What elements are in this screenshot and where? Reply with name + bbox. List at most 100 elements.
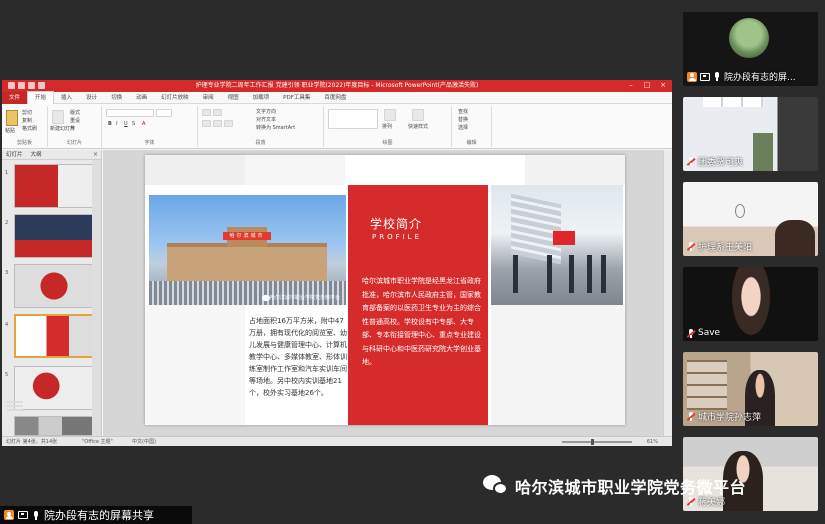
share-icon xyxy=(18,511,28,519)
font-size-select[interactable] xyxy=(156,109,172,117)
align-text-button[interactable]: 对齐文本 xyxy=(256,117,276,123)
close-icon[interactable]: × xyxy=(656,81,670,90)
tab-slideshow[interactable]: 幻灯片放映 xyxy=(154,92,196,104)
slide-number: 3 xyxy=(5,270,9,276)
tab-review[interactable]: 审阅 xyxy=(196,92,221,104)
shapes-gallery[interactable] xyxy=(328,109,378,129)
tab-home[interactable]: 开始 xyxy=(27,91,55,104)
clipboard-group: 粘贴 剪切 复制 格式刷 剪贴板 xyxy=(2,106,48,147)
arrange-icon[interactable] xyxy=(384,109,396,121)
screen-share-indicator: 院办段有志的屏幕共享 xyxy=(0,506,192,524)
align-right-icon[interactable] xyxy=(224,120,233,127)
tab-insert[interactable]: 插入 xyxy=(54,92,79,104)
panel-tab-outline[interactable]: 大纲 xyxy=(31,150,42,159)
mic-icon[interactable] xyxy=(713,72,721,81)
tab-transitions[interactable]: 切换 xyxy=(104,92,129,104)
slide-thumbnail-2[interactable] xyxy=(14,214,94,258)
menu-icon[interactable] xyxy=(5,398,25,414)
profile-body: 哈尔滨城市职业学院是经黑龙江省政府批准，哈尔滨市人民政府主管，国家教育部备案的以… xyxy=(362,277,481,366)
slide-thumbnail-3[interactable] xyxy=(14,264,94,308)
bold-icon[interactable]: B xyxy=(108,121,112,127)
profile-heading: 学校简介 xyxy=(370,217,423,231)
drawing-group: 排列 快速样式 绘图 xyxy=(324,106,452,147)
video-tile-presenter[interactable]: 院办段有志的屏... xyxy=(683,12,818,86)
section-button[interactable]: 节 xyxy=(70,126,75,132)
font-name-select[interactable] xyxy=(106,109,154,117)
video-tile-participant[interactable]: 城市学院孙志萍 xyxy=(683,352,818,426)
participant-name: 团委贺可爽 xyxy=(698,158,744,168)
convert-smartart-button[interactable]: 转换为 SmartArt xyxy=(256,125,295,131)
format-painter-button[interactable]: 格式刷 xyxy=(22,126,37,132)
slides-group: 新建幻灯片 版式 重设 节 幻灯片 xyxy=(48,106,102,147)
slide-thumbnail-6[interactable] xyxy=(14,416,94,436)
zoom-slider-handle[interactable] xyxy=(591,439,594,445)
mic-muted-icon[interactable] xyxy=(686,328,696,338)
flag-guard-photo xyxy=(491,185,623,305)
layout-button[interactable]: 版式 xyxy=(70,110,80,116)
user-icon xyxy=(687,71,697,82)
tab-addins[interactable]: 加载项 xyxy=(246,92,277,104)
slide-thumbnail-4[interactable] xyxy=(14,314,94,358)
slide-canvas[interactable]: 哈尔滨城市 哈尔滨城市职业学院党务微平台 占地面积16万平方米，附中47万册，拥… xyxy=(145,155,625,425)
video-tile-participant[interactable]: 护理系王美阳 xyxy=(683,182,818,256)
mic-muted-icon[interactable] xyxy=(686,412,696,421)
slide-number: 4 xyxy=(5,322,9,328)
align-center-icon[interactable] xyxy=(213,120,222,127)
tab-animations[interactable]: 动画 xyxy=(129,92,154,104)
new-slide-icon[interactable] xyxy=(52,110,64,124)
replace-button[interactable]: 替换 xyxy=(458,117,468,123)
mic-icon[interactable] xyxy=(32,510,40,520)
tab-view[interactable]: 视图 xyxy=(221,92,246,104)
mic-muted-icon[interactable] xyxy=(686,242,696,251)
tab-baidu[interactable]: 百度网盘 xyxy=(317,92,353,104)
panel-tab-slides[interactable]: 幻灯片 xyxy=(6,150,23,159)
brand-watermark: 哈尔滨城市职业学院党务微平台 xyxy=(483,474,746,498)
user-icon xyxy=(4,510,14,520)
quick-styles-icon[interactable] xyxy=(412,109,424,121)
decor-block xyxy=(145,305,245,425)
tab-file[interactable]: 文件 xyxy=(2,91,28,104)
slide-thumbnail-1[interactable] xyxy=(14,164,94,208)
share-bar-text: 院办段有志的屏幕共享 xyxy=(44,509,154,522)
text-direction-button[interactable]: 文字方向 xyxy=(256,109,276,115)
arrange-button[interactable]: 排列 xyxy=(382,124,392,130)
italic-icon[interactable]: I xyxy=(116,121,117,127)
quick-access-toolbar[interactable] xyxy=(8,82,48,90)
brand-text: 哈尔滨城市职业学院党务微平台 xyxy=(515,478,747,497)
participant-name: 城市学院孙志萍 xyxy=(698,413,762,423)
find-button[interactable]: 查找 xyxy=(458,109,468,115)
copy-button[interactable]: 复制 xyxy=(22,118,32,124)
maximize-icon[interactable]: □ xyxy=(640,81,654,90)
paragraph-group: 文字方向 对齐文本 转换为 SmartArt 段落 xyxy=(198,106,324,147)
bullets-icon[interactable] xyxy=(202,109,211,116)
slide-thumbnail-5[interactable] xyxy=(14,366,94,410)
minimize-icon[interactable]: – xyxy=(624,81,638,90)
slides-label: 幻灯片 xyxy=(66,140,82,146)
panel-scrollbar[interactable] xyxy=(92,160,101,436)
shadow-icon[interactable]: S xyxy=(132,121,135,127)
tab-pdf[interactable]: PDF工具集 xyxy=(276,92,317,104)
mic-muted-icon[interactable] xyxy=(686,497,696,506)
numbering-icon[interactable] xyxy=(213,109,222,116)
mic-muted-icon[interactable] xyxy=(686,157,696,166)
video-tile-participant[interactable]: Save xyxy=(683,267,818,341)
paste-button[interactable]: 粘贴 xyxy=(5,128,15,134)
select-button[interactable]: 选择 xyxy=(458,125,468,131)
video-tile-participant[interactable]: 团委贺可爽 xyxy=(683,97,818,171)
quick-styles-button[interactable]: 快速样式 xyxy=(408,124,428,130)
font-color-icon[interactable]: A xyxy=(142,121,145,127)
paste-icon[interactable] xyxy=(6,110,18,126)
title-bar: 护理专业学院二周年工作汇报 党建引领 职业学院(2022)年度目标 - Micr… xyxy=(2,80,672,92)
editing-group: 查找 替换 选择 编辑 xyxy=(452,106,492,147)
workspace-scrollbar[interactable] xyxy=(663,150,672,436)
participant-name: Save xyxy=(698,328,721,338)
zoom-slider[interactable] xyxy=(562,441,632,443)
underline-icon[interactable]: U xyxy=(124,121,128,127)
reset-button[interactable]: 重设 xyxy=(70,118,80,124)
status-zoom[interactable]: 61% xyxy=(647,438,658,446)
decor-block xyxy=(245,155,345,185)
cut-button[interactable]: 剪切 xyxy=(22,110,32,116)
align-left-icon[interactable] xyxy=(202,120,211,127)
tab-design[interactable]: 设计 xyxy=(79,92,104,104)
panel-close-icon[interactable]: × xyxy=(93,151,98,158)
